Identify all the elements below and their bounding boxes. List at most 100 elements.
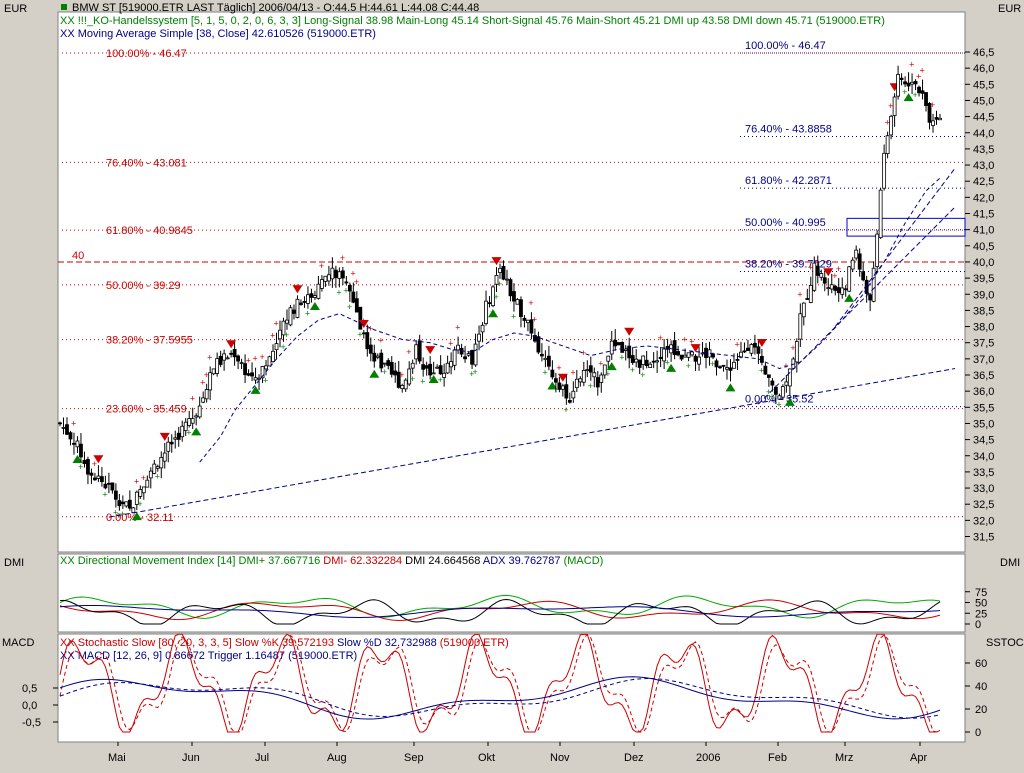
candle-body xyxy=(899,77,904,80)
candle-body xyxy=(246,373,251,376)
signal-plus-marker: + xyxy=(92,459,97,469)
price-tick-label: 43,0 xyxy=(973,160,994,172)
candle-body xyxy=(288,307,293,326)
legend-item: XX Stochastic Slow [80, 20, 3, 3, 5] xyxy=(60,637,232,649)
price-tick-label: 37,0 xyxy=(973,354,994,366)
candle-body xyxy=(892,96,897,117)
fib-label-left: 61.80% - 40.9845 xyxy=(106,225,193,237)
candle-body xyxy=(222,353,227,361)
stoch-tick-label: 40 xyxy=(975,681,987,693)
signal-plus-marker: + xyxy=(382,367,387,377)
signal-plus-marker: + xyxy=(347,302,352,312)
candle-body xyxy=(599,374,604,383)
candle-body xyxy=(620,342,625,353)
candle-body xyxy=(487,302,492,305)
candle-body xyxy=(302,301,307,303)
candle-body xyxy=(393,370,398,376)
legend-item: Trigger 1.16487 xyxy=(205,650,285,662)
candle-body xyxy=(208,372,213,391)
candle-body xyxy=(75,440,80,448)
candle-body xyxy=(753,342,757,348)
candle-body xyxy=(784,381,789,386)
signal-plus-marker: + xyxy=(598,358,603,368)
candle-body xyxy=(882,152,887,189)
candle-body xyxy=(197,405,202,418)
price-tick-label: 45,0 xyxy=(973,95,994,107)
candle-body xyxy=(546,355,551,367)
candle-body xyxy=(683,354,687,358)
signal-plus-marker: + xyxy=(528,298,533,308)
candle-body xyxy=(442,372,447,378)
candle-body xyxy=(120,501,125,505)
candle-body xyxy=(68,432,73,440)
currency-left-label: EUR xyxy=(4,3,27,15)
signal-plus-marker: + xyxy=(497,279,502,289)
price-tick-label: 37,5 xyxy=(973,338,994,350)
signal-plus-marker: + xyxy=(378,335,383,345)
candle-body xyxy=(449,361,454,368)
candle-body xyxy=(435,366,440,369)
candle-body xyxy=(326,274,331,282)
signal-plus-marker: + xyxy=(438,375,443,385)
dmi-tick-label: 0 xyxy=(975,619,981,631)
candle-body xyxy=(655,360,660,363)
candle-body xyxy=(609,340,614,355)
candle-body xyxy=(141,486,146,494)
candle-body xyxy=(501,265,506,280)
candle-body xyxy=(117,500,122,507)
macd-tick-label: -0,5 xyxy=(22,717,41,729)
signal-plus-marker: + xyxy=(885,118,890,128)
fib-label-left: 38.20% - 37.5955 xyxy=(106,335,193,347)
candle-body xyxy=(564,384,569,399)
candle-body xyxy=(201,397,206,403)
candle-body xyxy=(763,365,768,375)
candle-body xyxy=(323,275,328,282)
candle-body xyxy=(829,284,834,290)
signal-plus-marker: + xyxy=(120,509,125,519)
candle-body xyxy=(145,479,150,488)
candle-body xyxy=(89,472,94,476)
candle-body xyxy=(721,364,726,367)
candle-body xyxy=(386,360,391,366)
candle-body xyxy=(714,360,719,368)
candle-body xyxy=(868,294,873,301)
candle-body xyxy=(732,361,736,369)
candle-body xyxy=(351,291,356,303)
candle-body xyxy=(204,389,209,400)
candle-body xyxy=(148,470,153,479)
candle-body xyxy=(106,482,111,485)
signal-plus-marker: + xyxy=(588,381,593,391)
legend-item: Slow %D 32.732988 xyxy=(334,637,437,649)
candle-body xyxy=(477,333,481,342)
signal-plus-marker: + xyxy=(102,489,107,499)
candle-body xyxy=(452,349,457,366)
candle-body xyxy=(372,352,377,362)
candle-body xyxy=(103,483,108,489)
candle-body xyxy=(110,482,115,491)
candle-body xyxy=(309,293,314,298)
candle-body xyxy=(127,499,132,509)
candle-body xyxy=(679,354,684,360)
candle-body xyxy=(560,385,565,390)
candle-body xyxy=(913,80,918,85)
candle-body xyxy=(690,351,694,356)
candle-body xyxy=(595,377,600,388)
stoch-tick-label: 20 xyxy=(975,704,987,716)
candle-body xyxy=(808,285,813,303)
candle-body xyxy=(445,362,450,374)
candle-body xyxy=(515,299,520,305)
signal-plus-marker: + xyxy=(357,329,362,339)
stock-chart[interactable]: EUR EUR BMW ST [519000.ETR LAST Täglich]… xyxy=(0,0,1024,768)
signal-plus-marker: + xyxy=(246,355,251,365)
candle-body xyxy=(854,249,859,259)
candle-body xyxy=(906,82,911,87)
price-tick-label: 32,0 xyxy=(973,515,994,527)
signal-plus-marker: + xyxy=(354,277,359,287)
candle-body xyxy=(766,374,771,378)
signal-plus-marker: + xyxy=(913,90,918,100)
price-tick-label: 35,0 xyxy=(973,418,994,430)
candle-body xyxy=(553,378,558,383)
candle-body xyxy=(843,288,848,291)
header-system-line: XX !!!_KO-Handelssystem [5, 1, 5, 0, 2, … xyxy=(60,15,885,27)
stoch-tick-label: 60 xyxy=(975,658,987,670)
